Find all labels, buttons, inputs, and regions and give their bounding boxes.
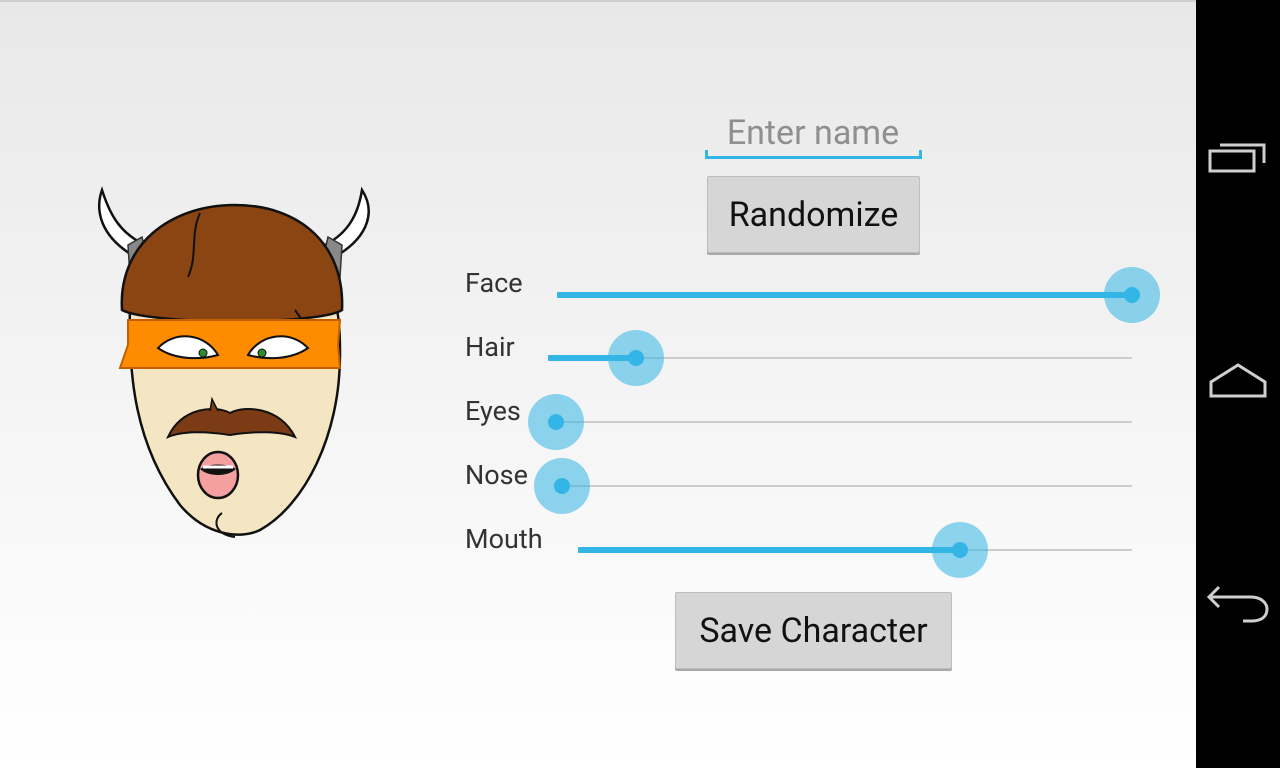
slider-thumb-center xyxy=(554,478,570,494)
slider-fill xyxy=(557,292,1132,298)
recent-apps-button[interactable] xyxy=(1196,113,1280,203)
character-creator-screen: Randomize Face Hair Eyes Nose Mouth Save… xyxy=(0,0,1196,768)
character-avatar xyxy=(98,186,370,538)
hair-label: Hair xyxy=(465,331,515,363)
randomize-button[interactable]: Randomize xyxy=(707,176,920,253)
orange-mask xyxy=(118,319,342,369)
slider-thumb-center xyxy=(627,350,644,366)
slider-track[interactable] xyxy=(556,421,1132,423)
home-button[interactable] xyxy=(1196,336,1280,426)
navigation-bar xyxy=(1196,0,1280,768)
slider-track[interactable] xyxy=(562,485,1132,487)
status-divider xyxy=(0,0,1196,2)
home-icon xyxy=(1209,363,1267,398)
face-label: Face xyxy=(465,267,523,299)
slider-fill xyxy=(578,547,961,553)
name-input-underline xyxy=(705,150,922,159)
back-icon xyxy=(1206,585,1269,623)
helmet xyxy=(120,203,344,323)
slider-thumb-center xyxy=(548,414,564,430)
nose-label: Nose xyxy=(465,459,528,491)
save-character-button[interactable]: Save Character xyxy=(675,592,952,669)
eyes-label: Eyes xyxy=(465,395,521,427)
back-button[interactable] xyxy=(1196,560,1280,650)
mouth-label: Mouth xyxy=(465,523,543,555)
recent-apps-icon xyxy=(1208,143,1266,173)
slider-thumb-center xyxy=(1124,287,1140,303)
